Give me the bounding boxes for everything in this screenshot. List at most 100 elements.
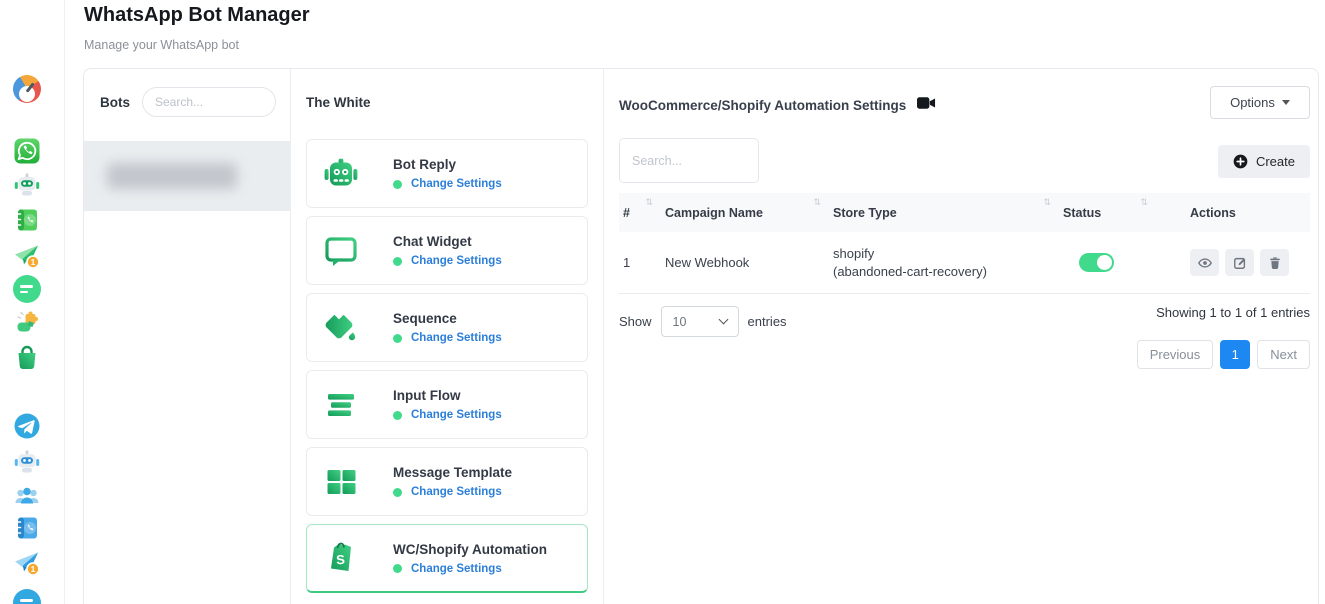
bots-column: Bots (84, 69, 291, 604)
app-icon-rail: 1 (0, 0, 65, 604)
pagination: Previous 1 Next (1137, 340, 1310, 369)
bot-list-item-selected[interactable] (84, 141, 290, 211)
card-title: Chat Widget (393, 234, 502, 249)
show-label: Show (619, 314, 652, 329)
status-dot (393, 488, 402, 497)
create-button[interactable]: Create (1218, 145, 1310, 178)
sort-icon: ⇅ (813, 197, 821, 208)
dashboard-icon[interactable] (13, 75, 41, 103)
delete-button[interactable] (1260, 249, 1289, 276)
entries-label: entries (748, 314, 787, 329)
status-cell (1059, 253, 1186, 272)
change-settings-link[interactable]: Change Settings (411, 486, 502, 498)
view-button[interactable] (1190, 249, 1219, 276)
bars-icon (321, 386, 361, 424)
whatsapp-icon[interactable] (13, 137, 41, 165)
bots-label: Bots (100, 95, 130, 110)
campaign-name-cell: New Webhook (661, 255, 829, 270)
change-settings-link[interactable]: Change Settings (411, 563, 502, 575)
card-wc-shopify-automation[interactable]: S WC/Shopify Automation Change Settings (306, 524, 588, 593)
col-header-index[interactable]: #⇅ (619, 193, 661, 232)
telegram-contacts-icon[interactable] (13, 514, 41, 542)
table-search-input[interactable] (619, 138, 759, 183)
status-dot (393, 180, 402, 189)
automation-settings-column: WooCommerce/Shopify Automation Settings … (604, 69, 1318, 604)
col-header-store-type[interactable]: Store Type⇅ (829, 193, 1059, 232)
automation-table: #⇅ Campaign Name⇅ Store Type⇅ Status⇅ Ac… (619, 193, 1310, 294)
bots-search-input[interactable] (142, 87, 276, 117)
telegram-group-icon[interactable] (13, 482, 41, 510)
store-type-cell: shopify (abandoned-cart-recovery) (829, 245, 1059, 280)
robot-icon (321, 155, 361, 193)
change-settings-link[interactable]: Change Settings (411, 332, 502, 344)
chevron-down-icon (1282, 100, 1290, 105)
page-subtitle: Manage your WhatsApp bot (84, 38, 239, 52)
row-index: 1 (619, 255, 661, 270)
card-input-flow[interactable]: Input Flow Change Settings (306, 370, 588, 439)
telegram-icon[interactable] (13, 412, 41, 440)
table-header-row: #⇅ Campaign Name⇅ Store Type⇅ Status⇅ Ac… (619, 193, 1310, 232)
card-title: Sequence (393, 311, 502, 326)
edit-icon (1233, 256, 1247, 270)
bot-name-heading: The White (306, 95, 588, 110)
page-1-button[interactable]: 1 (1220, 340, 1250, 369)
shop-icon[interactable] (13, 344, 41, 372)
status-dot (393, 564, 402, 573)
telegram-chat-icon[interactable] (13, 589, 41, 604)
trash-icon (1268, 256, 1282, 270)
card-sequence[interactable]: Sequence Change Settings (306, 293, 588, 362)
video-camera-icon[interactable] (917, 96, 936, 115)
entries-summary: Showing 1 to 1 of 1 entries (1156, 305, 1310, 320)
page-title: WhatsApp Bot Manager (84, 4, 310, 27)
change-settings-link[interactable]: Change Settings (411, 178, 502, 190)
change-settings-link[interactable]: Change Settings (411, 409, 502, 421)
chevron-down-icon (718, 315, 728, 325)
col-header-status[interactable]: Status⇅ (1059, 193, 1186, 232)
chat-bubble-icon (321, 232, 361, 270)
previous-page-button[interactable]: Previous (1137, 340, 1214, 369)
svg-text:S: S (336, 552, 346, 568)
bot-menu-column: The White Bot Reply Change Settings (291, 69, 604, 604)
card-title: Message Template (393, 465, 512, 480)
status-dot (393, 334, 402, 343)
status-toggle[interactable] (1079, 253, 1114, 272)
col-header-actions: Actions (1186, 193, 1310, 232)
main-panel: Bots The White Bot Reply (83, 68, 1319, 604)
eye-icon (1198, 256, 1212, 270)
edit-button[interactable] (1225, 249, 1254, 276)
whatsapp-bot-icon[interactable] (13, 170, 41, 198)
section-title: WooCommerce/Shopify Automation Settings (619, 98, 906, 113)
card-title: Input Flow (393, 388, 502, 403)
change-settings-link[interactable]: Change Settings (411, 255, 502, 267)
bot-name-redacted (107, 163, 237, 189)
card-bot-reply[interactable]: Bot Reply Change Settings (306, 139, 588, 208)
sort-icon: ⇅ (1043, 197, 1051, 208)
grid-icon (321, 463, 361, 501)
whatsapp-contacts-icon[interactable] (13, 206, 41, 234)
status-dot (393, 257, 402, 266)
card-title: Bot Reply (393, 157, 502, 172)
shopify-icon: S (321, 539, 361, 577)
plus-circle-icon (1233, 154, 1248, 169)
whatsapp-campaign-icon[interactable]: 1 (13, 242, 41, 270)
options-button[interactable]: Options (1210, 86, 1310, 119)
whatsapp-chat-icon[interactable] (13, 275, 41, 303)
actions-cell (1186, 249, 1310, 276)
card-message-template[interactable]: Message Template Change Settings (306, 447, 588, 516)
sort-icon: ⇅ (645, 197, 653, 208)
page-size-select[interactable]: 10 (661, 306, 739, 337)
integration-icon[interactable] (13, 308, 41, 336)
paint-bucket-icon (321, 309, 361, 347)
card-title: WC/Shopify Automation (393, 542, 547, 557)
status-dot (393, 411, 402, 420)
card-chat-widget[interactable]: Chat Widget Change Settings (306, 216, 588, 285)
telegram-campaign-icon[interactable]: 1 (13, 549, 41, 577)
sort-icon: ⇅ (1140, 197, 1148, 208)
page-size-control: Show 10 entries (619, 306, 787, 337)
svg-text:1: 1 (31, 257, 36, 267)
table-row: 1 New Webhook shopify (abandoned-cart-re… (619, 232, 1310, 294)
col-header-campaign-name[interactable]: Campaign Name⇅ (661, 193, 829, 232)
svg-text:1: 1 (31, 564, 36, 574)
next-page-button[interactable]: Next (1257, 340, 1310, 369)
telegram-bot-icon[interactable] (13, 447, 41, 475)
